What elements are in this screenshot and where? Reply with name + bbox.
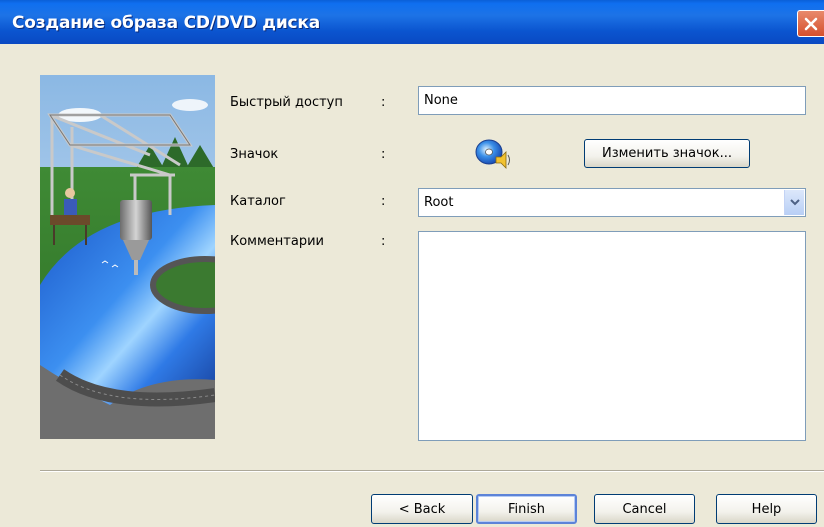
quick-access-colon: : [381, 95, 386, 110]
help-button[interactable]: Help [716, 494, 817, 524]
chevron-down-icon [790, 199, 800, 206]
cd-with-speaker-icon [475, 139, 510, 169]
close-icon [804, 17, 818, 31]
dialog-window: Создание образа CD/DVD диска Быстрый дос… [0, 0, 824, 527]
icon-label: Значок [230, 147, 279, 162]
comments-label: Комментарии [230, 234, 324, 249]
close-button[interactable] [797, 10, 824, 37]
icon-colon: : [381, 147, 386, 162]
quick-access-input[interactable] [418, 86, 806, 115]
footer-separator [40, 470, 824, 472]
catalog-selected-value: Root [424, 195, 454, 210]
comments-colon: : [381, 234, 386, 249]
catalog-label: Каталог [230, 194, 286, 209]
wizard-illustration [40, 75, 215, 439]
catalog-colon: : [381, 194, 386, 209]
quick-access-label: Быстрый доступ [230, 95, 343, 110]
change-icon-button[interactable]: Изменить значок... [584, 139, 750, 168]
catalog-select[interactable]: Root [418, 188, 806, 217]
cancel-button[interactable]: Cancel [594, 494, 695, 524]
back-button[interactable]: < Back [371, 494, 473, 524]
comments-textarea[interactable] [418, 231, 806, 441]
finish-button[interactable]: Finish [476, 494, 577, 524]
title-bar[interactable]: Создание образа CD/DVD диска [0, 0, 824, 44]
window-title: Создание образа CD/DVD диска [12, 13, 321, 33]
catalog-dropdown-button[interactable] [784, 190, 804, 215]
